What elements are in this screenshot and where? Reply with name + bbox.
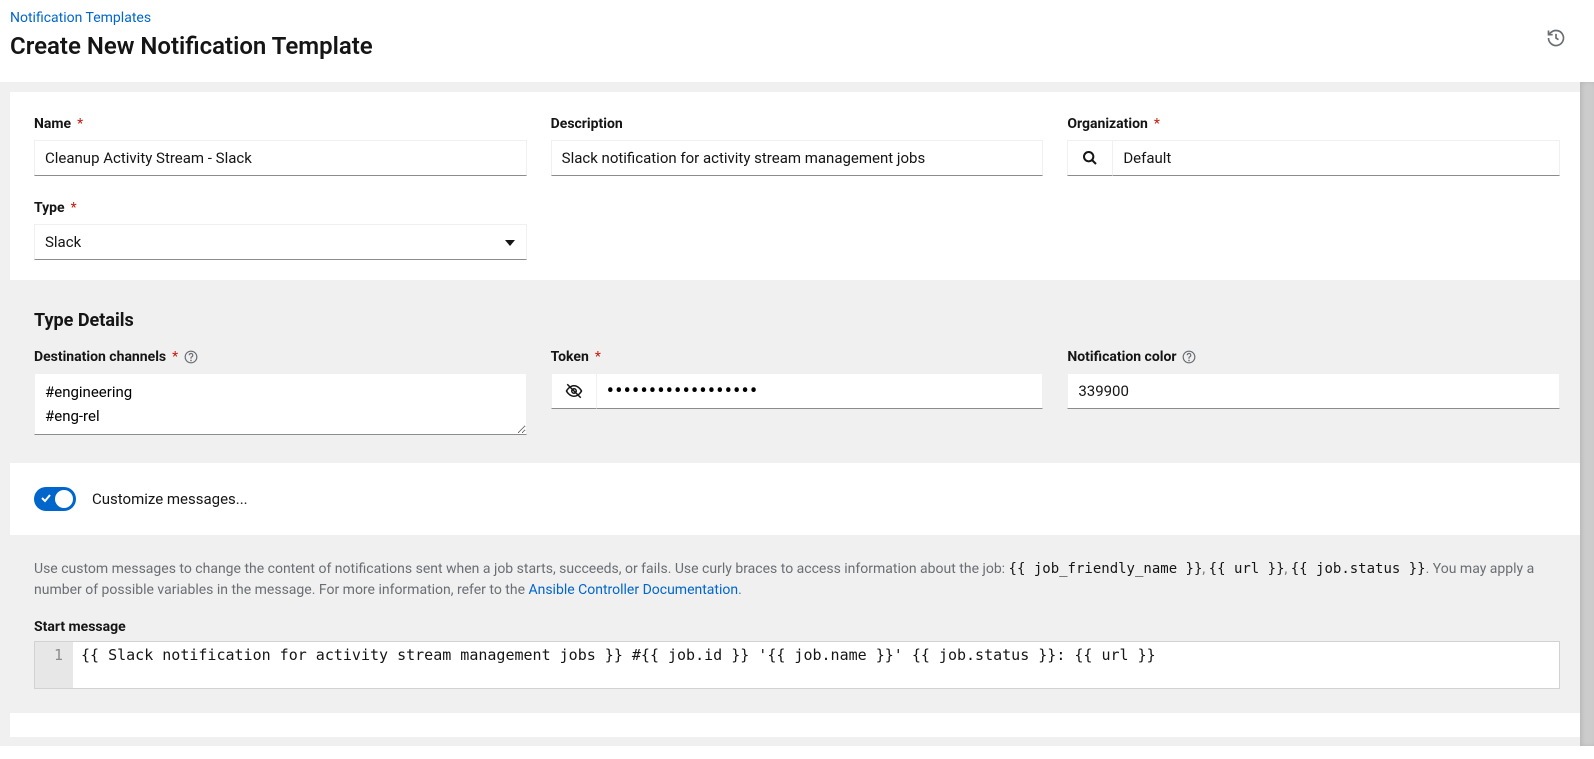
field-description: Description [551,116,1044,176]
description-input[interactable] [551,140,1044,176]
field-token: Token * [551,349,1044,439]
organization-lookup-button[interactable] [1067,140,1113,176]
type-label: Type [34,200,65,216]
history-icon [1546,28,1566,48]
description-label: Description [551,116,623,132]
required-marker: * [595,349,601,365]
check-icon [40,492,52,504]
start-message-editor[interactable]: 1 {{ Slack notification for activity str… [34,641,1560,689]
required-marker: * [1154,116,1160,132]
required-marker: * [172,349,178,365]
required-marker: * [77,116,83,132]
field-type: Type * Slack [34,200,527,260]
notification-color-label: Notification color [1067,349,1176,365]
start-message-label: Start message [34,619,1560,635]
field-name: Name * [34,116,527,176]
editor-content[interactable]: {{ Slack notification for activity strea… [73,642,1559,688]
help-icon[interactable] [184,350,198,364]
breadcrumb-parent-link[interactable]: Notification Templates [10,10,151,26]
destination-channels-input[interactable] [34,373,527,435]
organization-input[interactable] [1113,140,1560,176]
field-notification-color: Notification color [1067,349,1560,439]
field-destination-channels: Destination channels * [34,349,527,439]
destination-channels-label: Destination channels [34,349,166,365]
scrollbar-track[interactable] [1580,82,1594,746]
type-select[interactable]: Slack [34,224,527,260]
switch-knob [55,490,73,508]
token-label: Token [551,349,589,365]
customize-messages-toggle[interactable] [34,487,76,511]
field-organization: Organization * [1067,116,1560,176]
name-input[interactable] [34,140,527,176]
documentation-link[interactable]: Ansible Controller Documentation [528,582,738,598]
customize-description: Use custom messages to change the conten… [34,559,1560,601]
reveal-token-button[interactable] [551,373,597,409]
customize-messages-label: Customize messages... [92,490,248,508]
eye-slash-icon [565,382,583,400]
notification-color-input[interactable] [1067,373,1560,409]
token-input[interactable] [597,373,1044,409]
required-marker: * [71,200,77,216]
page-title: Create New Notification Template [10,32,1584,60]
type-details-heading: Type Details [34,310,1560,331]
organization-label: Organization [1067,116,1148,132]
search-icon [1082,150,1098,166]
name-label: Name [34,116,71,132]
editor-gutter: 1 [35,642,73,688]
breadcrumb: Notification Templates [10,10,1584,26]
activity-history-button[interactable] [1538,20,1574,59]
help-icon[interactable] [1182,350,1196,364]
